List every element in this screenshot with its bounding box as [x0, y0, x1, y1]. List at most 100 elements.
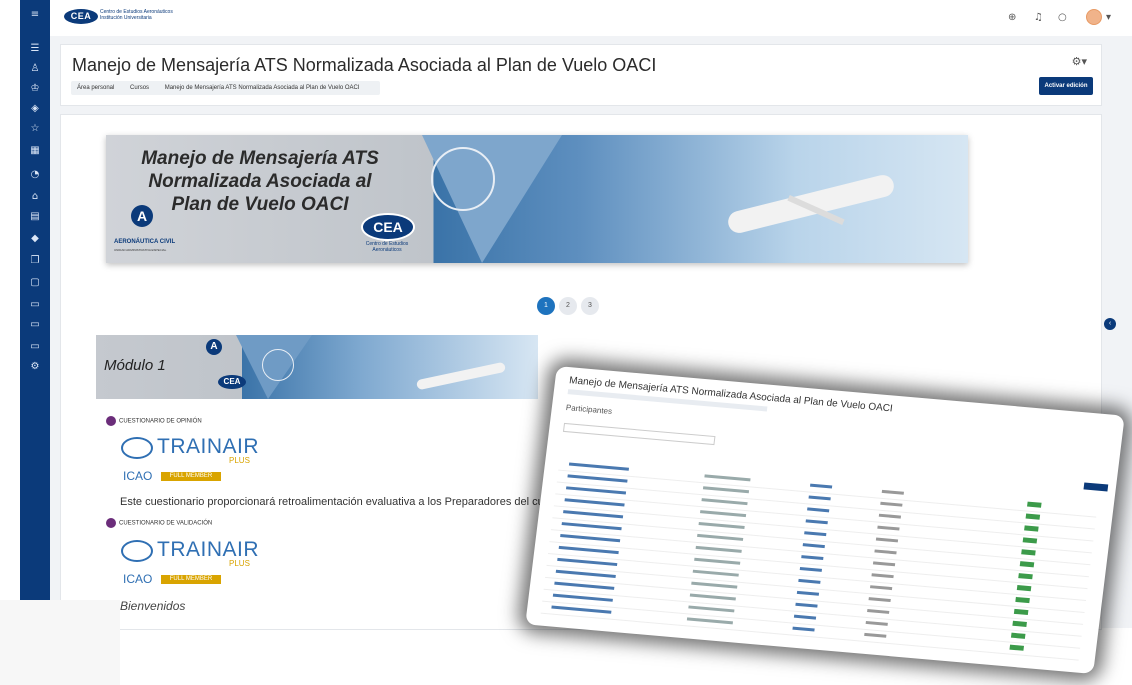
star-icon[interactable]: ☆ — [20, 124, 50, 134]
row-group — [875, 537, 899, 543]
top-navbar: CEA Centro de Estudios Aeronáuticos Inst… — [50, 0, 1132, 37]
user-avatar[interactable] — [1086, 9, 1102, 25]
page-button-2[interactable]: 2 — [559, 297, 577, 315]
chevron-down-icon[interactable]: ▾ — [1106, 12, 1111, 23]
row-status — [1024, 525, 1039, 532]
activity-label: CUESTIONARIO DE VALIDACIÓN — [119, 520, 213, 527]
bag-icon[interactable]: ▢ — [20, 278, 50, 288]
activity-label: CUESTIONARIO DE OPINIÓN — [119, 418, 202, 425]
left-nav-drawer: ≡ ☰ ♙ ♔ ◈ ☆ ▦ ◔ ⌂ ▤ ◆ ❐ ▢ ▭ ▭ ▭ ⚙ ? — [20, 0, 50, 628]
row-name — [560, 533, 621, 543]
row-role — [799, 567, 823, 572]
row-role — [802, 543, 825, 549]
folder-icon[interactable]: ▭ — [20, 300, 50, 310]
feedback-icon — [106, 518, 116, 528]
row-email — [692, 569, 739, 577]
trainair-logo: TRAINAIR PLUS ICAO FULL MEMBER — [121, 538, 259, 590]
aerocivil-logo-icon: A — [206, 339, 222, 355]
faded-background-area — [0, 600, 120, 685]
row-status — [1022, 537, 1038, 544]
cea-subtitle: Centro de Estudios Aeronáuticos — [365, 241, 409, 253]
page-button-1[interactable]: 1 — [537, 297, 555, 315]
row-role — [804, 531, 827, 537]
row-group — [880, 501, 903, 507]
menu-icon[interactable]: ≡ — [20, 10, 50, 20]
row-name — [561, 522, 622, 531]
aerocivil-logo-icon: A — [131, 205, 153, 227]
row-status — [1019, 561, 1035, 568]
right-drawer-toggle-icon[interactable]: ‹ — [1104, 318, 1116, 330]
row-status — [1027, 501, 1042, 508]
overlay-enrol-button — [1083, 482, 1109, 492]
row-role — [801, 555, 824, 560]
messages-icon[interactable]: ○ — [1058, 12, 1067, 23]
row-email — [686, 617, 734, 625]
home-icon[interactable]: ⌂ — [20, 192, 50, 202]
list-icon[interactable]: ☰ — [20, 44, 50, 54]
shield-icon[interactable]: ◈ — [20, 104, 50, 114]
row-status — [1009, 644, 1025, 651]
row-email — [704, 474, 751, 482]
folder-icon[interactable]: ▭ — [20, 342, 50, 352]
calendar-icon[interactable]: ▤ — [20, 212, 50, 222]
banner-title: Manejo de Mensajería ATS Normalizada Aso… — [141, 148, 379, 215]
row-role — [805, 519, 828, 525]
row-name — [565, 486, 627, 495]
trainair-plus: PLUS — [229, 456, 250, 465]
language-icon[interactable]: ⊕ — [1008, 12, 1016, 23]
row-role — [809, 483, 833, 489]
row-name — [568, 462, 630, 471]
notifications-icon[interactable]: ♫ — [1034, 12, 1043, 23]
row-email — [694, 557, 741, 565]
row-name — [555, 569, 616, 578]
aerocivil-subtitle: UNIDAD ADMINISTRATIVA ESPECIAL — [114, 248, 167, 252]
row-name — [558, 545, 619, 555]
row-status — [1021, 549, 1036, 556]
row-role — [793, 614, 817, 620]
activity-description: Este cuestionario proporcionará retroali… — [120, 496, 544, 508]
edit-mode-button[interactable]: Activar edición — [1039, 77, 1093, 95]
row-group — [865, 620, 888, 626]
row-group — [877, 525, 900, 531]
row-role — [807, 507, 830, 513]
row-role — [808, 495, 831, 501]
activity-validation-quiz[interactable]: CUESTIONARIO DE VALIDACIÓN — [106, 518, 212, 528]
icao-text: ICAO — [123, 572, 153, 586]
row-name — [552, 593, 613, 602]
dashboard-icon[interactable]: ◔ — [20, 170, 50, 180]
module-banner: Módulo 1 A CEA — [96, 335, 538, 399]
row-email — [689, 593, 736, 601]
activity-opinion-quiz[interactable]: CUESTIONARIO DE OPINIÓN — [106, 416, 202, 426]
overlay-subtitle: Participantes — [565, 403, 613, 416]
badge-icon[interactable]: ♔ — [20, 84, 50, 94]
settings-icon[interactable]: ⚙ — [20, 362, 50, 372]
trainair-logo: TRAINAIR PLUS ICAO FULL MEMBER — [121, 435, 259, 487]
breadcrumb-item[interactable]: Cursos — [130, 85, 149, 91]
full-member-badge: FULL MEMBER — [161, 472, 221, 481]
overlay-filter-box — [562, 422, 716, 446]
icao-text: ICAO — [123, 469, 153, 483]
files-icon[interactable]: ❐ — [20, 256, 50, 266]
breadcrumb-item[interactable]: Área personal — [77, 85, 114, 91]
row-group — [878, 513, 902, 519]
row-status — [1012, 620, 1027, 627]
row-email — [702, 486, 750, 494]
page-button-3[interactable]: 3 — [581, 297, 599, 315]
row-status — [1015, 596, 1030, 604]
row-status — [1010, 632, 1026, 639]
breadcrumb-item[interactable]: Manejo de Mensajería ATS Normalizada Aso… — [165, 85, 360, 91]
full-member-badge: FULL MEMBER — [161, 575, 221, 584]
row-group — [874, 549, 897, 555]
row-status — [1018, 573, 1033, 580]
row-status — [1025, 513, 1041, 520]
graduation-icon[interactable]: ◆ — [20, 234, 50, 244]
airplane-image — [415, 361, 507, 391]
folder-icon[interactable]: ▭ — [20, 320, 50, 330]
row-name — [563, 510, 624, 519]
users-icon[interactable]: ♙ — [20, 64, 50, 74]
gear-icon[interactable]: ⚙▾ — [1072, 55, 1087, 68]
site-logo[interactable]: CEA — [64, 9, 98, 24]
participants-screenshot-overlay: Manejo de Mensajería ATS Normalizada Aso… — [525, 366, 1125, 674]
grades-icon[interactable]: ▦ — [20, 146, 50, 156]
row-status — [1016, 585, 1032, 592]
